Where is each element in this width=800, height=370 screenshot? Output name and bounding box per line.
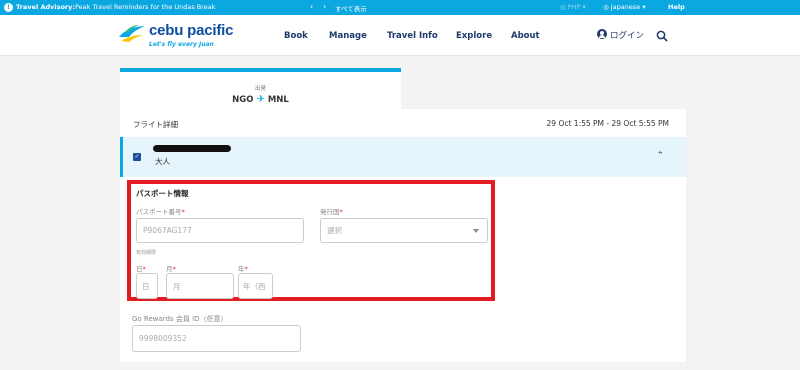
expiry-year-input[interactable]: 年（西 xyxy=(238,273,273,299)
flight-details-title: フライト詳細 xyxy=(133,120,178,129)
nav-book[interactable]: Book xyxy=(284,31,308,41)
passport-number-label: パスポート番号* xyxy=(136,208,185,216)
globe-icon: ◎ xyxy=(603,3,611,11)
go-rewards-input[interactable]: 9998009352 xyxy=(132,325,301,352)
issuing-country-label: 発行国* xyxy=(320,208,343,216)
chevron-left-icon[interactable]: ‹ xyxy=(310,2,313,11)
site-header: cebu pacific Let's fly every Juan Book M… xyxy=(0,15,800,56)
nav-about[interactable]: About xyxy=(511,31,540,41)
expiry-day-input[interactable]: 日 xyxy=(136,273,158,299)
nav-travel-info[interactable]: Travel Info xyxy=(387,31,438,41)
dropdown-arrow-icon xyxy=(473,229,479,233)
nav-explore[interactable]: Explore xyxy=(456,31,492,41)
advisory-message[interactable]: Travel Advisory:Peak Travel Reminders fo… xyxy=(16,3,216,11)
flight-time-range: 29 Oct 1:55 PM - 29 Oct 5:55 PM xyxy=(546,119,669,128)
cebu-pacific-logo[interactable]: cebu pacific Let's fly every Juan xyxy=(117,21,233,53)
origin-code: NGO xyxy=(232,95,254,105)
flight-route: NGO ✈ MNL xyxy=(120,94,401,105)
passport-info-section: パスポート情報 パスポート番号* P9067AG177 発行国* 選択 有効期限… xyxy=(127,180,495,301)
language-selector[interactable]: ◎ Japanese ▾ xyxy=(603,3,646,11)
year-label: 年* xyxy=(238,265,248,273)
globe-icon: ◎ xyxy=(560,3,568,11)
info-icon: ! xyxy=(4,3,13,12)
chevron-right-icon[interactable]: › xyxy=(323,2,326,11)
passenger-row[interactable]: ✓ 大人 ⌃ xyxy=(120,137,686,177)
passenger-checkbox[interactable]: ✓ xyxy=(133,153,141,161)
show-all-link[interactable]: すべて表示 xyxy=(335,3,367,13)
advisory-bar: ! Travel Advisory:Peak Travel Reminders … xyxy=(0,0,800,15)
logo-tagline: Let's fly every Juan xyxy=(149,41,214,48)
expiry-date-label: 有効期限 xyxy=(136,250,157,256)
help-link[interactable]: Help xyxy=(668,3,685,11)
user-icon xyxy=(597,29,607,39)
airplane-icon: ✈ xyxy=(256,94,265,105)
row-accent xyxy=(120,137,123,177)
login-button[interactable]: ログイン xyxy=(597,29,644,41)
logo-name: cebu pacific xyxy=(149,22,234,39)
month-label: 月* xyxy=(166,265,176,273)
currency-selector[interactable]: ◎ PHP ▾ xyxy=(560,3,586,11)
issuing-country-select[interactable]: 選択 xyxy=(320,218,488,243)
nav-manage[interactable]: Manage xyxy=(329,31,367,41)
passport-number-input[interactable]: P9067AG177 xyxy=(136,218,304,243)
redacted-passenger-name xyxy=(153,145,231,152)
logo-mark-icon xyxy=(119,25,145,42)
search-icon[interactable] xyxy=(656,30,668,42)
passport-section-title: パスポート情報 xyxy=(136,189,189,198)
chevron-up-icon[interactable]: ⌃ xyxy=(656,151,664,161)
passenger-type: 大人 xyxy=(155,157,170,166)
flight-route-tab[interactable]: 出発 NGO ✈ MNL xyxy=(120,68,401,109)
expiry-month-input[interactable]: 月 xyxy=(166,273,234,299)
destination-code: MNL xyxy=(267,95,289,105)
day-label: 日* xyxy=(136,265,146,273)
go-rewards-label: Go Rewards 会員 ID（任意） xyxy=(132,315,228,323)
departure-label: 出発 xyxy=(254,86,266,92)
